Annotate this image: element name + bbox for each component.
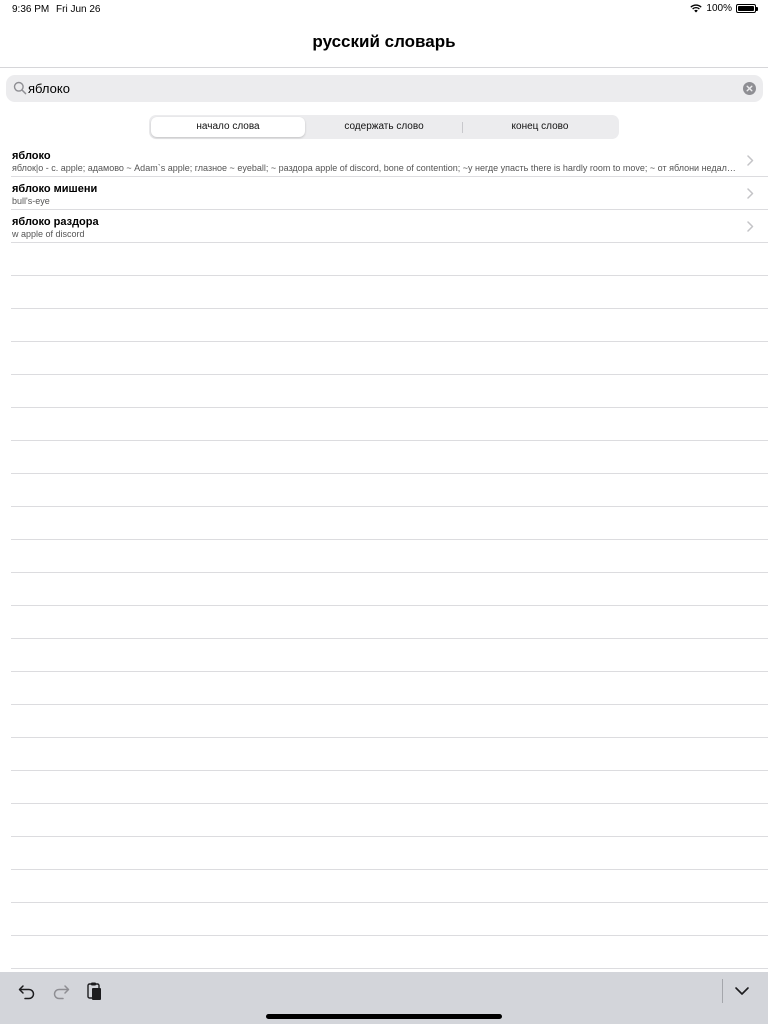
chevron-right-icon bbox=[747, 221, 754, 232]
status-bar: 9:36 PM Fri Jun 26 100% bbox=[0, 0, 768, 20]
empty-row bbox=[0, 573, 768, 606]
battery-icon bbox=[736, 4, 758, 13]
row-divider bbox=[11, 968, 768, 969]
status-indicators: 100% bbox=[690, 3, 758, 14]
wifi-icon bbox=[690, 4, 703, 13]
battery-percent: 100% bbox=[706, 3, 732, 14]
empty-row bbox=[0, 804, 768, 837]
empty-rows bbox=[0, 243, 768, 969]
results-list: яблоко яблок|о - с. apple; адамово ~ Ada… bbox=[0, 144, 768, 969]
battery-cap bbox=[756, 7, 758, 11]
empty-row bbox=[0, 540, 768, 573]
empty-row bbox=[0, 342, 768, 375]
list-item-title: яблоко bbox=[12, 150, 51, 162]
toolbar-separator bbox=[722, 979, 723, 1003]
list-item[interactable]: яблоко яблок|о - с. apple; адамово ~ Ada… bbox=[0, 144, 768, 177]
redo-icon[interactable] bbox=[50, 980, 72, 1002]
empty-row bbox=[0, 441, 768, 474]
empty-row bbox=[0, 474, 768, 507]
empty-row bbox=[0, 837, 768, 870]
empty-row bbox=[0, 243, 768, 276]
keyboard-dismiss-icon[interactable] bbox=[731, 980, 753, 1002]
list-item-subtitle: w apple of discord bbox=[12, 229, 85, 239]
search-input[interactable] bbox=[28, 75, 728, 102]
segment-ends-with[interactable]: конец слово bbox=[463, 117, 617, 137]
chevron-right-icon bbox=[747, 155, 754, 166]
empty-row bbox=[0, 771, 768, 804]
list-item-title: яблоко раздора bbox=[12, 216, 99, 228]
battery-fill bbox=[738, 6, 754, 11]
empty-row bbox=[0, 738, 768, 771]
segment-starts-with[interactable]: начало слова bbox=[151, 117, 305, 137]
nav-divider bbox=[0, 67, 768, 68]
search-icon bbox=[13, 81, 27, 95]
page-title: русский словарь bbox=[312, 32, 456, 51]
search-mode-segmented-control: начало слова содержать слово конец слово bbox=[149, 115, 619, 139]
empty-row bbox=[0, 276, 768, 309]
empty-row bbox=[0, 375, 768, 408]
list-item[interactable]: яблоко мишени bull's-eye bbox=[0, 177, 768, 210]
undo-icon[interactable] bbox=[16, 980, 38, 1002]
empty-row bbox=[0, 639, 768, 672]
segment-contains[interactable]: содержать слово bbox=[307, 117, 461, 137]
empty-row bbox=[0, 705, 768, 738]
status-time: 9:36 PM bbox=[12, 4, 50, 15]
empty-row bbox=[0, 870, 768, 903]
empty-row bbox=[0, 903, 768, 936]
home-indicator bbox=[266, 1014, 502, 1019]
empty-row bbox=[0, 606, 768, 639]
empty-row bbox=[0, 936, 768, 969]
empty-row bbox=[0, 672, 768, 705]
clear-icon[interactable] bbox=[743, 82, 756, 95]
list-item-title: яблоко мишени bbox=[12, 183, 98, 195]
list-item[interactable]: яблоко раздора w apple of discord bbox=[0, 210, 768, 243]
search-bar[interactable] bbox=[6, 75, 763, 102]
empty-row bbox=[0, 408, 768, 441]
empty-row bbox=[0, 309, 768, 342]
chevron-right-icon bbox=[747, 188, 754, 199]
status-date: Fri Jun 26 bbox=[56, 4, 101, 15]
paste-icon[interactable] bbox=[83, 980, 105, 1002]
screen: 9:36 PM Fri Jun 26 100% русский словарь bbox=[0, 0, 768, 1024]
list-item-subtitle: яблок|о - с. apple; адамово ~ Adam`s app… bbox=[12, 163, 739, 173]
list-item-subtitle: bull's-eye bbox=[12, 196, 50, 206]
empty-row bbox=[0, 507, 768, 540]
